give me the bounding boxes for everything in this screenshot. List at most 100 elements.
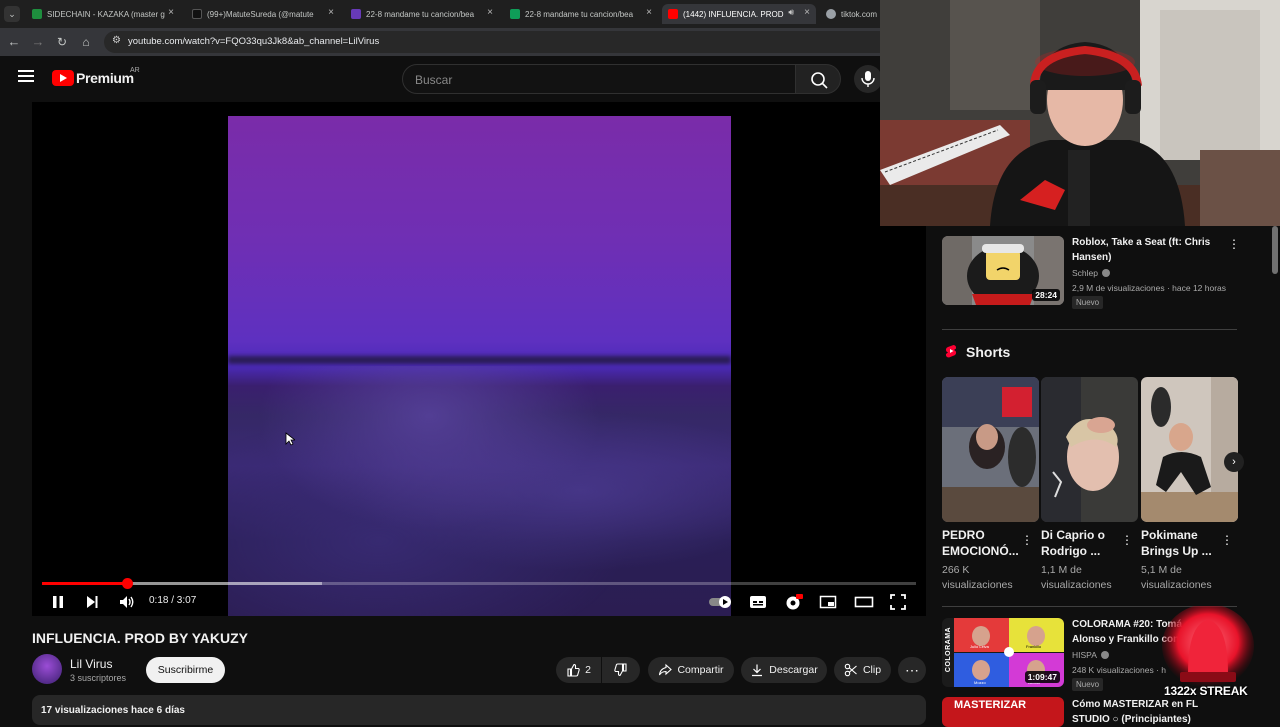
settings-button[interactable] <box>784 593 804 611</box>
close-tab-icon[interactable]: × <box>328 7 334 18</box>
sheets-icon <box>510 9 520 19</box>
tab-title: 22-8 mandame tu cancion/bea <box>366 9 475 19</box>
page-scrollbar[interactable] <box>1272 226 1278 274</box>
short-title-line2: Brings Up ... <box>1141 544 1212 558</box>
subscribe-button[interactable]: Suscribirme <box>146 657 225 683</box>
browser-tab-2[interactable]: (99+)MatuteSureda (@matute × <box>186 4 340 24</box>
thumbnail-name-3: Mozzo <box>974 680 986 685</box>
short-views-line2: visualizaciones <box>1141 579 1212 591</box>
siren-icon <box>1162 604 1254 688</box>
video-title-line2[interactable]: Hansen) <box>1072 251 1111 265</box>
site-info-icon[interactable]: ⚙ <box>112 35 121 46</box>
tab-title: 22-8 mandame tu cancion/bea <box>525 9 634 19</box>
browser-tab-1[interactable]: SIDECHAIN - KAZAKA (master g × <box>26 4 180 24</box>
description-box[interactable]: 17 visualizaciones hace 6 días <box>32 695 926 725</box>
pause-button[interactable] <box>50 593 66 611</box>
channel-avatar[interactable] <box>32 654 62 684</box>
video-channel[interactable]: Schlep <box>1072 268 1111 278</box>
chevron-right-icon: › <box>1232 456 1236 468</box>
fullscreen-button[interactable] <box>889 593 907 611</box>
next-button[interactable] <box>84 593 100 611</box>
short-image <box>942 377 1039 522</box>
miniplayer-button[interactable] <box>819 593 837 611</box>
globe-icon <box>826 9 836 19</box>
short-title-2[interactable]: Di Caprio o Rodrigo ... <box>1041 527 1116 559</box>
shorts-next-button[interactable]: › <box>1224 452 1244 472</box>
close-tab-icon[interactable]: × <box>804 7 810 18</box>
browser-tab-5-active[interactable]: (1442) INFLUENCIA. PROD 🔊︎ × <box>662 4 816 24</box>
time-display: 0:18 / 3:07 <box>149 595 197 606</box>
tab-search-button[interactable]: ⌄ <box>4 6 20 22</box>
short-views-line1: 266 K <box>942 564 970 576</box>
new-badge: Nuevo <box>1072 678 1104 691</box>
close-tab-icon[interactable]: × <box>646 7 652 18</box>
subtitles-button[interactable] <box>749 593 767 611</box>
volume-button[interactable] <box>118 593 136 611</box>
scrubber-handle[interactable] <box>122 578 134 589</box>
short-title-line1: Pokimane <box>1141 528 1198 542</box>
more-vertical-icon[interactable]: ⋮ <box>1228 238 1240 250</box>
short-thumbnail-3[interactable] <box>1141 377 1238 522</box>
scissors-icon <box>844 663 857 677</box>
tab-title: SIDECHAIN - KAZAKA (master g <box>47 9 165 19</box>
search-button[interactable] <box>795 64 841 94</box>
video-thumbnail-3[interactable]: MASTERIZAR <box>942 697 1064 727</box>
more-vertical-icon[interactable]: ⋮ <box>1021 534 1033 546</box>
more-vertical-icon[interactable]: ⋮ <box>1221 534 1233 546</box>
shorts-icon <box>944 344 958 358</box>
short-title-3[interactable]: Pokimane Brings Up ... <box>1141 527 1216 559</box>
microphone-icon <box>861 71 875 87</box>
pause-icon <box>53 596 63 608</box>
more-actions-button[interactable]: ⋯ <box>898 657 926 683</box>
search-input[interactable]: Buscar <box>402 64 796 94</box>
video-title-line1[interactable]: Roblox, Take a Seat (ft: Chris <box>1072 236 1210 250</box>
browser-tab-3[interactable]: 22-8 mandame tu cancion/bea × <box>345 4 499 24</box>
premium-logo-text[interactable]: Premium <box>76 70 134 86</box>
video-title-line2[interactable]: STUDIO ○ (Principiantes) <box>1072 713 1191 727</box>
channel-name[interactable]: Lil Virus <box>70 657 112 671</box>
video-frame[interactable] <box>228 116 731 616</box>
address-bar[interactable]: ⚙ youtube.com/watch?v=FQO33qu3Jk8&ab_cha… <box>104 31 880 53</box>
youtube-icon <box>668 9 678 19</box>
reload-icon[interactable]: ↻ <box>54 34 70 50</box>
audio-playing-icon[interactable]: 🔊︎ <box>788 7 794 18</box>
forward-icon[interactable]: → <box>30 34 46 50</box>
share-button[interactable]: Compartir <box>648 657 734 683</box>
thumbnail-side-text: COLORAMA <box>945 626 953 673</box>
fullscreen-icon <box>890 594 906 610</box>
browser-tab-6[interactable]: tiktok.com <box>820 4 880 24</box>
theater-mode-button[interactable] <box>854 593 874 611</box>
short-views-line1: 5,1 M de <box>1141 564 1182 576</box>
clip-button[interactable]: Clip <box>834 657 891 683</box>
short-thumbnail-1[interactable] <box>942 377 1039 522</box>
short-thumbnail-2[interactable] <box>1041 377 1138 522</box>
video-channel[interactable]: HISPA <box>1072 650 1109 660</box>
menu-icon[interactable] <box>18 70 34 82</box>
browser-tab-4[interactable]: 22-8 mandame tu cancion/bea × <box>504 4 658 24</box>
streamer-webcam <box>880 0 1280 226</box>
dislike-button[interactable] <box>602 657 640 683</box>
short-views-line2: visualizaciones <box>1041 579 1112 591</box>
subscriber-count: 3 suscriptores <box>70 673 127 683</box>
video-thumbnail-2[interactable]: COLORAMA Julio Leiva Frankillo Mozzo Alo… <box>942 618 1064 687</box>
share-label: Compartir <box>677 664 724 676</box>
short-title-1[interactable]: PEDRO EMOCIONÓ... <box>942 527 1019 559</box>
youtube-logo-icon[interactable] <box>52 70 74 86</box>
video-thumbnail[interactable]: 28:24 <box>942 236 1064 305</box>
like-button[interactable]: 2 <box>556 657 601 683</box>
download-button[interactable]: Descargar <box>741 657 827 683</box>
video-player[interactable]: 0:18 / 3:07 <box>32 102 926 616</box>
close-tab-icon[interactable]: × <box>487 7 493 18</box>
back-icon[interactable]: ← <box>6 34 22 50</box>
home-icon[interactable]: ⌂ <box>78 34 94 50</box>
more-vertical-icon[interactable]: ⋮ <box>1121 534 1133 546</box>
like-count: 2 <box>585 664 591 676</box>
autoplay-toggle[interactable] <box>708 593 734 611</box>
voice-search-button[interactable] <box>854 65 882 93</box>
thumbs-up-icon <box>567 663 580 677</box>
country-code: AR <box>130 67 140 74</box>
clip-label: Clip <box>862 664 882 676</box>
short-title-line1: PEDRO <box>942 528 985 542</box>
close-tab-icon[interactable]: × <box>168 7 174 18</box>
view-stats: 17 visualizaciones hace 6 días <box>41 705 185 716</box>
